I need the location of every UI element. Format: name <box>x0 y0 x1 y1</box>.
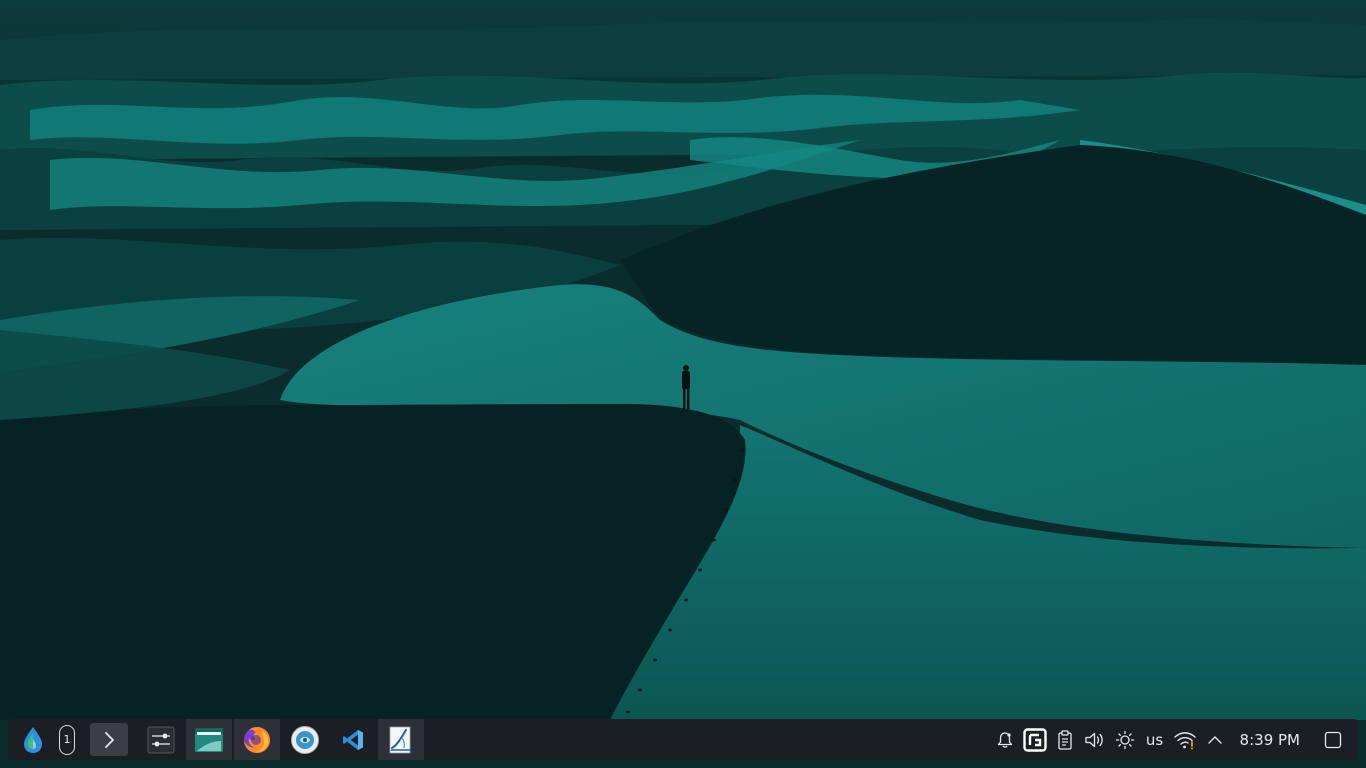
taskbar-left: 1 <box>8 719 424 760</box>
clipboard-button[interactable] <box>1050 719 1080 760</box>
clipboard-icon <box>1057 729 1072 750</box>
launcher-logo-icon <box>24 726 42 753</box>
volume-button[interactable] <box>1080 719 1110 760</box>
sync-app-icon <box>1022 727 1047 752</box>
text-editor-icon <box>389 726 411 753</box>
brightness-sun-icon <box>1115 730 1134 749</box>
desktop: 1 us 8:39 PM <box>0 0 1366 768</box>
taskbar: 1 us 8:39 PM <box>8 719 1358 760</box>
show-desktop-button[interactable] <box>1318 719 1348 760</box>
chevron-up-icon <box>1207 735 1222 744</box>
taskbar-app-file-manager[interactable] <box>186 719 232 760</box>
vscode-icon <box>343 729 363 750</box>
taskbar-app-firefox[interactable] <box>234 719 280 760</box>
bell-icon <box>997 731 1012 748</box>
network-button[interactable] <box>1170 719 1200 760</box>
clock[interactable]: 8:39 PM <box>1240 731 1300 749</box>
keyboard-layout-button[interactable]: us <box>1140 719 1170 760</box>
chevron-right-icon <box>105 731 114 748</box>
speaker-volume-icon <box>1084 732 1103 747</box>
app-launcher-button[interactable] <box>16 719 50 760</box>
taskbar-app-system-settings[interactable] <box>138 719 184 760</box>
brightness-button[interactable] <box>1110 719 1140 760</box>
software-center-icon <box>291 725 319 754</box>
notifications-button[interactable] <box>990 719 1020 760</box>
settings-sliders-icon <box>147 726 175 753</box>
desktop-wallpaper <box>0 0 1366 768</box>
wifi-warning-icon <box>1173 731 1196 749</box>
workspace-number: 1 <box>59 724 75 755</box>
overview-button[interactable] <box>90 723 128 756</box>
tray-expand-button[interactable] <box>1200 719 1230 760</box>
taskbar-app-software-center[interactable] <box>282 719 328 760</box>
taskbar-app-text-editor[interactable] <box>378 719 424 760</box>
clipboard-sync-button[interactable] <box>1020 719 1050 760</box>
taskbar-app-vscode[interactable] <box>330 719 376 760</box>
keyboard-layout-label: us <box>1145 730 1164 749</box>
workspace-indicator[interactable]: 1 <box>50 719 84 760</box>
show-desktop-icon <box>1324 731 1342 748</box>
folder-icon <box>195 727 223 752</box>
system-tray: us 8:39 PM <box>990 719 1358 760</box>
firefox-icon <box>244 726 270 753</box>
